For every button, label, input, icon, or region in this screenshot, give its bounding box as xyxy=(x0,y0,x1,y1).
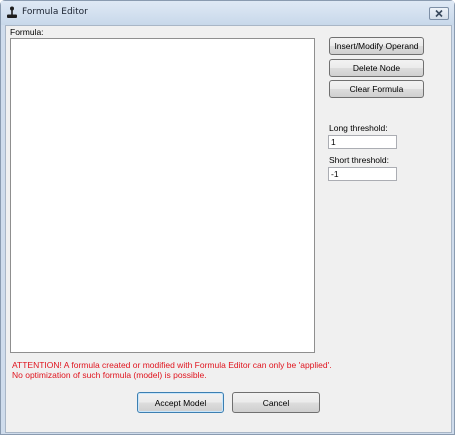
attention-line-2: No optimization of such formula (model) … xyxy=(12,370,207,380)
window-title: Formula Editor xyxy=(22,7,88,17)
short-threshold-input[interactable]: -1 xyxy=(328,167,397,181)
accept-model-button[interactable]: Accept Model xyxy=(137,392,224,413)
dialog-client-area: Formula: Insert/Modify Operand Delete No… xyxy=(5,25,452,433)
joystick-icon xyxy=(7,6,17,18)
close-button[interactable] xyxy=(429,7,449,20)
clear-formula-button[interactable]: Clear Formula xyxy=(329,80,424,98)
short-threshold-label: Short threshold: xyxy=(329,155,390,165)
title-bar[interactable]: Formula Editor xyxy=(1,1,454,25)
insert-modify-operand-button[interactable]: Insert/Modify Operand xyxy=(329,37,424,55)
long-threshold-input[interactable]: 1 xyxy=(328,135,397,149)
formula-editor-window: Formula Editor Formula: Insert/Modify Op… xyxy=(0,0,455,435)
formula-tree-area[interactable] xyxy=(10,38,315,353)
formula-label: Formula: xyxy=(10,27,44,37)
long-threshold-label: Long threshold: xyxy=(329,123,388,133)
close-icon xyxy=(435,9,443,18)
delete-node-button[interactable]: Delete Node xyxy=(329,59,424,77)
attention-line-1: ATTENTION! A formula created or modified… xyxy=(12,360,332,370)
cancel-button[interactable]: Cancel xyxy=(232,392,320,413)
